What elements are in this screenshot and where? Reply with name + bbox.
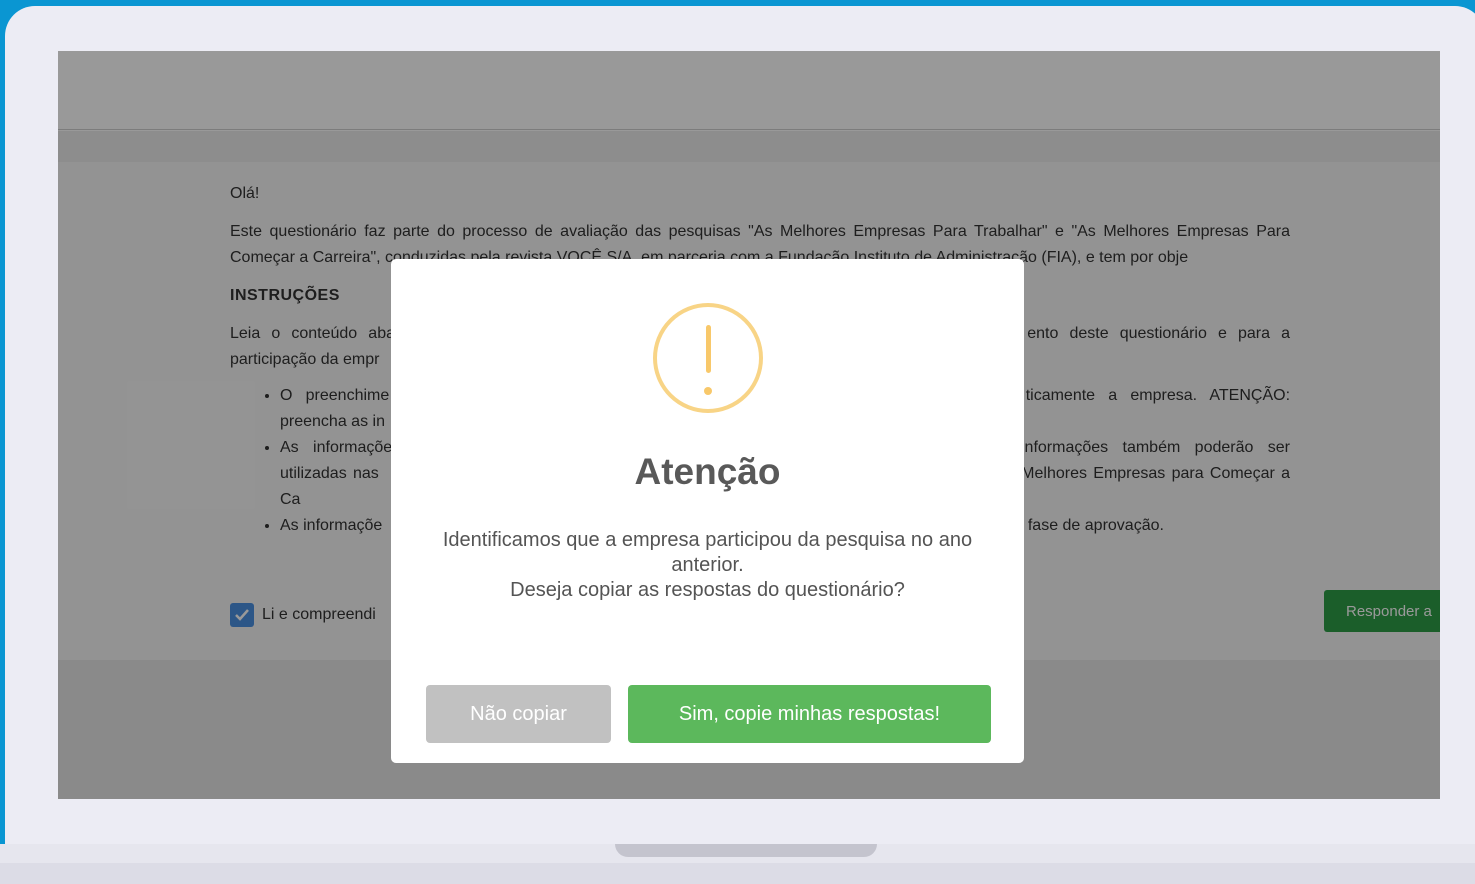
warning-icon — [653, 303, 763, 413]
copy-answers-button[interactable]: Sim, copie minhas respostas! — [628, 685, 991, 743]
dialog-message-line1: Identificamos que a empresa participou d… — [442, 529, 973, 576]
attention-dialog: Atenção Identificamos que a empresa part… — [391, 259, 1024, 763]
dialog-message: Identificamos que a empresa participou d… — [421, 528, 994, 603]
dialog-title: Atenção — [634, 451, 781, 492]
dialog-message-line2: Deseja copiar as respostas do questionár… — [510, 579, 905, 601]
dont-copy-button[interactable]: Não copiar — [426, 685, 611, 743]
laptop-notch — [615, 844, 877, 857]
